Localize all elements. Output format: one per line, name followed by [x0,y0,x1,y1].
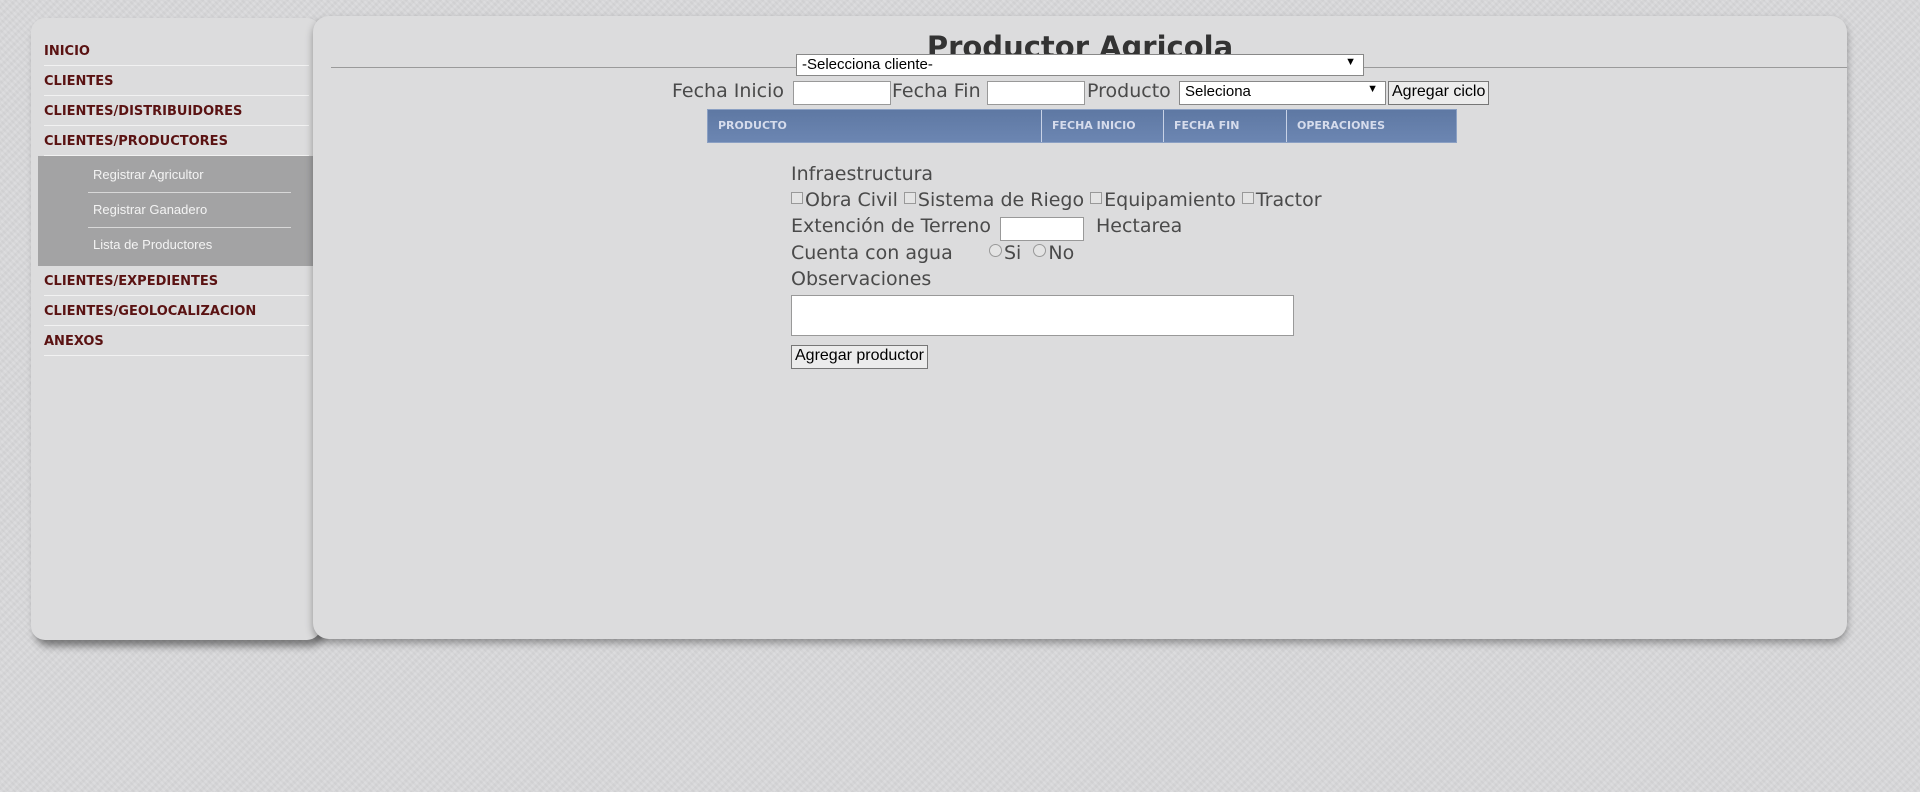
producto-select[interactable]: Seleciona ▼ [1179,81,1386,105]
fecha-inicio-label: Fecha Inicio [672,80,785,102]
fecha-fin-input[interactable] [987,81,1085,105]
radio-icon[interactable] [1033,244,1047,257]
observaciones-label: Observaciones [791,268,932,290]
sidebar-item-anexos[interactable]: ANEXOS [44,326,309,356]
fecha-fin-label: Fecha Fin [892,80,981,102]
client-select-value: -Selecciona cliente- [802,56,933,73]
agua-label: Cuenta con agua [791,242,953,264]
checkbox-icon[interactable] [903,192,916,204]
table-header-fecha-inicio[interactable]: FECHA INICIO [1042,110,1164,142]
radio-label: Si [1004,242,1022,264]
radio-no[interactable]: No [1033,242,1074,264]
submenu-item-registrar-ganadero[interactable]: Registrar Ganadero [88,193,291,228]
producto-label: Producto [1087,80,1171,102]
checkbox-icon[interactable] [1241,192,1254,204]
radio-icon[interactable] [989,244,1002,257]
observaciones-textarea[interactable] [791,295,1294,336]
client-select[interactable]: -Selecciona cliente- ▼ [796,54,1364,76]
sidebar-item-geolocalizacion[interactable]: CLIENTES/GEOLOCALIZACION [44,296,309,326]
infraestructura-label: Infraestructura [791,163,934,185]
extension-label: Extención de Terreno [791,215,991,237]
checkbox-label: Equipamiento [1104,189,1236,211]
sidebar-item-clientes[interactable]: CLIENTES [44,66,309,96]
chevron-down-icon: ▼ [1367,83,1378,95]
radio-label: No [1048,242,1075,264]
agregar-productor-button[interactable]: Agregar productor [791,345,928,369]
hectarea-label: Hectarea [1096,215,1183,237]
table-header-fecha-fin[interactable]: FECHA FIN [1164,110,1287,142]
infraestructura-options: Obra Civil Sistema de Riego Equipamiento… [791,189,1322,211]
checkbox-label: Obra Civil [805,189,898,211]
table-header-operaciones[interactable]: OPERACIONES [1287,110,1456,142]
checkbox-sistema-riego[interactable]: Sistema de Riego [903,189,1085,211]
sidebar-nav: INICIO CLIENTES CLIENTES/DISTRIBUIDORES … [31,18,321,640]
checkbox-equipamiento[interactable]: Equipamiento [1090,189,1236,211]
submenu-item-lista-productores[interactable]: Lista de Productores [88,228,291,262]
table-header-producto[interactable]: PRODUCTO [708,110,1042,142]
checkbox-obra-civil[interactable]: Obra Civil [791,189,898,211]
checkbox-label: Sistema de Riego [917,189,1085,211]
checkbox-label: Tractor [1255,189,1322,211]
sidebar-item-expedientes[interactable]: CLIENTES/EXPEDIENTES [44,266,309,296]
agua-radio-group: Si No [989,242,1074,264]
sidebar-item-productores[interactable]: CLIENTES/PRODUCTORES [44,126,309,156]
fecha-inicio-input[interactable] [793,81,891,105]
agregar-ciclo-button[interactable]: Agregar ciclo [1388,81,1490,105]
ciclos-table-header: PRODUCTO FECHA INICIO FECHA FIN OPERACIO… [707,109,1457,143]
checkbox-tractor[interactable]: Tractor [1241,189,1322,211]
submenu-item-registrar-agricultor[interactable]: Registrar Agricultor [88,158,291,193]
radio-si[interactable]: Si [989,242,1021,264]
checkbox-icon[interactable] [791,192,803,204]
sidebar-item-distribuidores[interactable]: CLIENTES/DISTRIBUIDORES [44,96,309,126]
checkbox-icon[interactable] [1090,192,1103,204]
productores-submenu: Registrar Agricultor Registrar Ganadero … [38,156,321,266]
sidebar-item-inicio[interactable]: INICIO [44,36,309,66]
chevron-down-icon: ▼ [1345,56,1356,68]
producto-select-value: Seleciona [1185,83,1251,100]
extension-input[interactable] [1000,217,1084,241]
main-panel: Productor Agricola -Selecciona cliente- … [313,16,1847,639]
